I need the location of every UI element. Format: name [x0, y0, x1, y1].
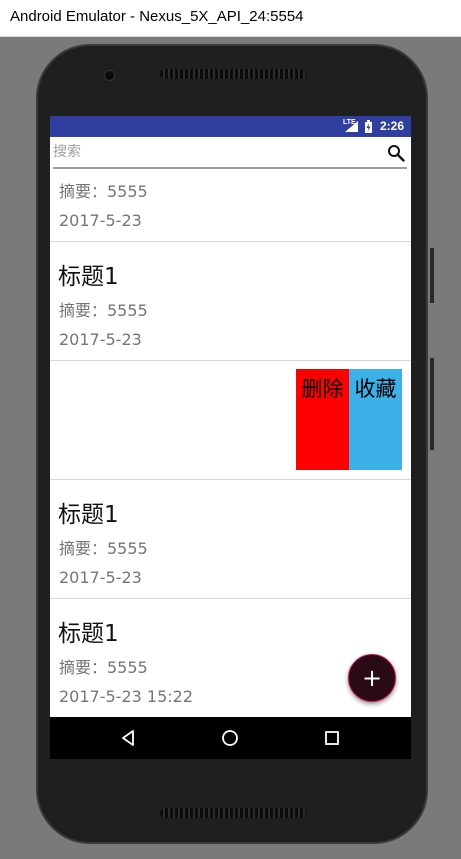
window-title: Android Emulator - Nexus_5X_API_24:5554 — [10, 8, 304, 25]
list-item-swiped[interactable]: 删除 收藏 — [50, 361, 411, 480]
search-input[interactable] — [53, 141, 383, 163]
device-screen: LTE 2:26 摘要：5555 2017-5-23 标题1 摘要：5555 2… — [50, 116, 411, 759]
item-summary: 摘要：5555 — [59, 301, 148, 320]
volume-buttons[interactable] — [430, 358, 434, 450]
item-summary: 摘要：5555 — [59, 182, 148, 201]
favorite-button[interactable]: 收藏 — [349, 369, 402, 470]
bottom-speaker — [160, 808, 306, 818]
item-date: 2017-5-23 — [59, 330, 142, 349]
item-date: 2017-5-23 15:22 — [59, 687, 193, 706]
battery-icon — [365, 120, 372, 133]
recents-icon[interactable] — [322, 728, 342, 748]
item-summary: 摘要：5555 — [59, 658, 148, 677]
search-icon[interactable] — [387, 144, 405, 162]
home-icon[interactable] — [220, 728, 240, 748]
power-button[interactable] — [430, 248, 434, 303]
add-fab-button[interactable]: + — [348, 654, 396, 702]
item-title: 标题1 — [58, 502, 119, 528]
list-item[interactable]: 标题1 摘要：5555 2017-5-23 — [50, 242, 411, 361]
front-camera — [104, 70, 115, 81]
plus-icon: + — [361, 664, 383, 692]
item-summary: 摘要：5555 — [59, 539, 148, 558]
item-date: 2017-5-23 — [59, 568, 142, 587]
back-icon[interactable] — [119, 728, 139, 748]
list-item[interactable]: 摘要：5555 2017-5-23 — [50, 169, 411, 242]
top-speaker — [160, 69, 306, 79]
status-bar: LTE 2:26 — [50, 116, 411, 137]
search-bar — [50, 137, 411, 169]
navigation-bar — [50, 717, 411, 759]
delete-button[interactable]: 删除 — [296, 369, 349, 470]
status-time: 2:26 — [379, 119, 404, 133]
item-date: 2017-5-23 — [59, 211, 142, 230]
item-title: 标题1 — [58, 264, 119, 290]
list-item[interactable]: 标题1 摘要：5555 2017-5-23 — [50, 480, 411, 599]
window-title-bar: Android Emulator - Nexus_5X_API_24:5554 — [0, 0, 461, 37]
item-title: 标题1 — [58, 621, 119, 647]
cell-signal-icon — [345, 121, 358, 132]
